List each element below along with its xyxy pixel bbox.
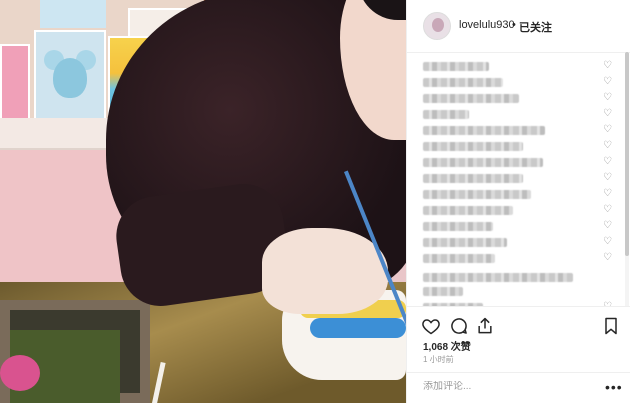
likes-count[interactable]: 1,068 次赞 xyxy=(423,338,471,353)
add-comment-bar: ••• xyxy=(407,372,630,404)
follow-button[interactable]: 已关注 xyxy=(519,19,552,35)
like-comment-icon[interactable]: ♡ xyxy=(603,155,612,169)
like-comment-icon[interactable]: ♡ xyxy=(603,251,612,265)
like-comment-icon[interactable]: ♡ xyxy=(603,123,612,137)
like-comment-icon[interactable]: ♡ xyxy=(603,91,612,105)
post-side-panel: lovelulu930 • 已关注 ♡ ♡ ♡ ♡ ♡ ♡ ♡ ♡ ♡ ♡ ♡ … xyxy=(406,0,630,403)
avatar[interactable] xyxy=(423,12,451,40)
comments-list[interactable]: ♡ ♡ ♡ ♡ ♡ ♡ ♡ ♡ ♡ ♡ ♡ ♡ ♡ ♡ xyxy=(407,52,630,306)
post-header: lovelulu930 • 已关注 xyxy=(407,0,630,53)
username-link[interactable]: lovelulu930 xyxy=(459,19,515,31)
share-icon[interactable] xyxy=(475,316,495,336)
like-comment-icon[interactable]: ♡ xyxy=(603,219,612,233)
bookmark-icon[interactable] xyxy=(601,316,621,336)
like-comment-icon[interactable]: ♡ xyxy=(603,75,612,89)
heart-icon[interactable] xyxy=(421,316,441,336)
comment-input[interactable] xyxy=(423,381,593,392)
like-comment-icon[interactable]: ♡ xyxy=(603,59,612,73)
post-photo[interactable] xyxy=(0,0,406,403)
post-view: lovelulu930 • 已关注 ♡ ♡ ♡ ♡ ♡ ♡ ♡ ♡ ♡ ♡ ♡ … xyxy=(0,0,630,403)
like-comment-icon[interactable]: ♡ xyxy=(603,187,612,201)
comment-icon[interactable] xyxy=(449,316,469,336)
like-comment-icon[interactable]: ♡ xyxy=(603,107,612,121)
hand xyxy=(262,228,388,314)
scrollbar-thumb[interactable] xyxy=(625,52,629,256)
post-timestamp[interactable]: 1 小时前 xyxy=(423,354,454,365)
more-options-icon[interactable]: ••• xyxy=(605,379,623,395)
like-comment-icon[interactable]: ♡ xyxy=(603,171,612,185)
like-comment-icon[interactable]: ♡ xyxy=(603,139,612,153)
separator-dot: • xyxy=(512,19,516,31)
like-comment-icon[interactable]: ♡ xyxy=(603,203,612,217)
like-comment-icon[interactable]: ♡ xyxy=(603,235,612,249)
